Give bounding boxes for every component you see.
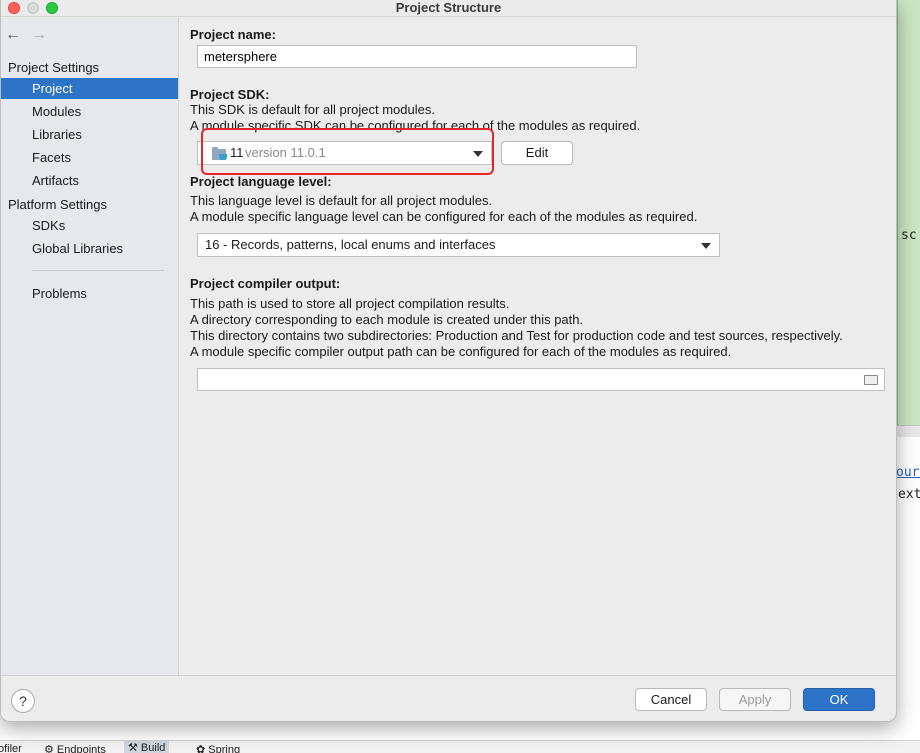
language-level-dropdown[interactable]: 16 - Records, patterns, local enums and …	[197, 233, 720, 257]
sidebar-item-libraries[interactable]: Libraries	[1, 124, 178, 145]
sdk-name: 11	[230, 145, 244, 160]
java-icon	[219, 154, 227, 160]
tool-tab-endpoints[interactable]: ⚙ Endpoints	[44, 743, 106, 753]
compiler-output-label: Project compiler output:	[190, 276, 341, 291]
title-bar: Project Structure	[1, 0, 896, 17]
tool-tab-spring[interactable]: ✿ Spring	[196, 743, 240, 753]
project-sdk-desc-1: This SDK is default for all project modu…	[190, 102, 435, 117]
language-level-label: Project language level:	[190, 174, 332, 189]
project-sdk-desc-2: A module specific SDK can be configured …	[190, 118, 641, 133]
sdk-version: version 11.0.1	[245, 145, 326, 160]
project-settings-panel: Project name: Project SDK: This SDK is d…	[180, 18, 896, 675]
ok-button[interactable]: OK	[803, 688, 875, 711]
background-code-text: sc	[901, 228, 917, 243]
sidebar-item-project[interactable]: Project	[1, 78, 178, 99]
help-button[interactable]: ?	[11, 689, 35, 713]
endpoints-icon: ⚙	[44, 744, 57, 753]
sidebar-item-modules[interactable]: Modules	[1, 101, 178, 122]
compiler-output-desc-2: A directory corresponding to each module…	[190, 312, 584, 327]
sidebar-item-sdks[interactable]: SDKs	[1, 215, 178, 236]
compiler-output-desc-3: This directory contains two subdirectori…	[190, 328, 843, 343]
project-name-input[interactable]	[197, 45, 637, 68]
hammer-icon: ⚒	[128, 742, 141, 753]
sdk-edit-button[interactable]: Edit	[501, 141, 573, 165]
compiler-output-desc-4: A module specific compiler output path c…	[190, 344, 732, 359]
compiler-output-path-field[interactable]	[197, 368, 885, 391]
project-structure-dialog: Project Structure ← → Project Settings P…	[0, 0, 897, 722]
project-sdk-dropdown[interactable]: 11 version 11.0.1	[197, 141, 492, 165]
language-level-desc-1: This language level is default for all p…	[190, 193, 493, 208]
compiler-output-desc-1: This path is used to store all project c…	[190, 296, 510, 311]
cancel-button[interactable]: Cancel	[635, 688, 707, 711]
browse-folder-icon[interactable]	[864, 375, 878, 385]
sidebar-item-global-libraries[interactable]: Global Libraries	[1, 238, 178, 259]
background-divider	[896, 425, 920, 437]
sidebar-item-artifacts[interactable]: Artifacts	[1, 170, 178, 191]
background-editor	[896, 0, 920, 425]
sidebar-group-platform-settings: Platform Settings	[8, 197, 107, 212]
sidebar-group-project-settings: Project Settings	[8, 60, 100, 75]
project-name-label: Project name:	[190, 27, 276, 42]
chevron-down-icon	[701, 243, 711, 249]
sidebar-item-facets[interactable]: Facets	[1, 147, 178, 168]
background-link: ourc	[896, 465, 920, 480]
background-tool-tabs: ofiler ⚙ Endpoints ⚒ Build ✿ Spring	[0, 740, 920, 753]
apply-button[interactable]: Apply	[719, 688, 791, 711]
tool-tab-build[interactable]: ⚒ Build	[124, 741, 170, 753]
background-code-text-2: ext	[898, 487, 920, 502]
project-sdk-label: Project SDK:	[190, 87, 270, 102]
spring-icon: ✿	[196, 744, 209, 753]
sidebar-item-problems[interactable]: Problems	[1, 283, 178, 304]
background-gutter-line	[897, 0, 898, 425]
window-title: Project Structure	[395, 0, 502, 15]
sidebar: ← → Project Settings Project Modules Lib…	[1, 18, 179, 675]
dialog-footer: ? Cancel Apply OK	[1, 675, 896, 721]
tool-tab-profiler[interactable]: ofiler	[0, 743, 22, 753]
language-level-desc-2: A module specific language level can be …	[190, 209, 698, 224]
forward-arrow-icon[interactable]: →	[31, 26, 47, 44]
chevron-down-icon	[473, 151, 483, 157]
language-level-value: 16 - Records, patterns, local enums and …	[205, 237, 496, 252]
sidebar-separator	[32, 270, 164, 271]
back-arrow-icon[interactable]: ←	[5, 26, 21, 44]
